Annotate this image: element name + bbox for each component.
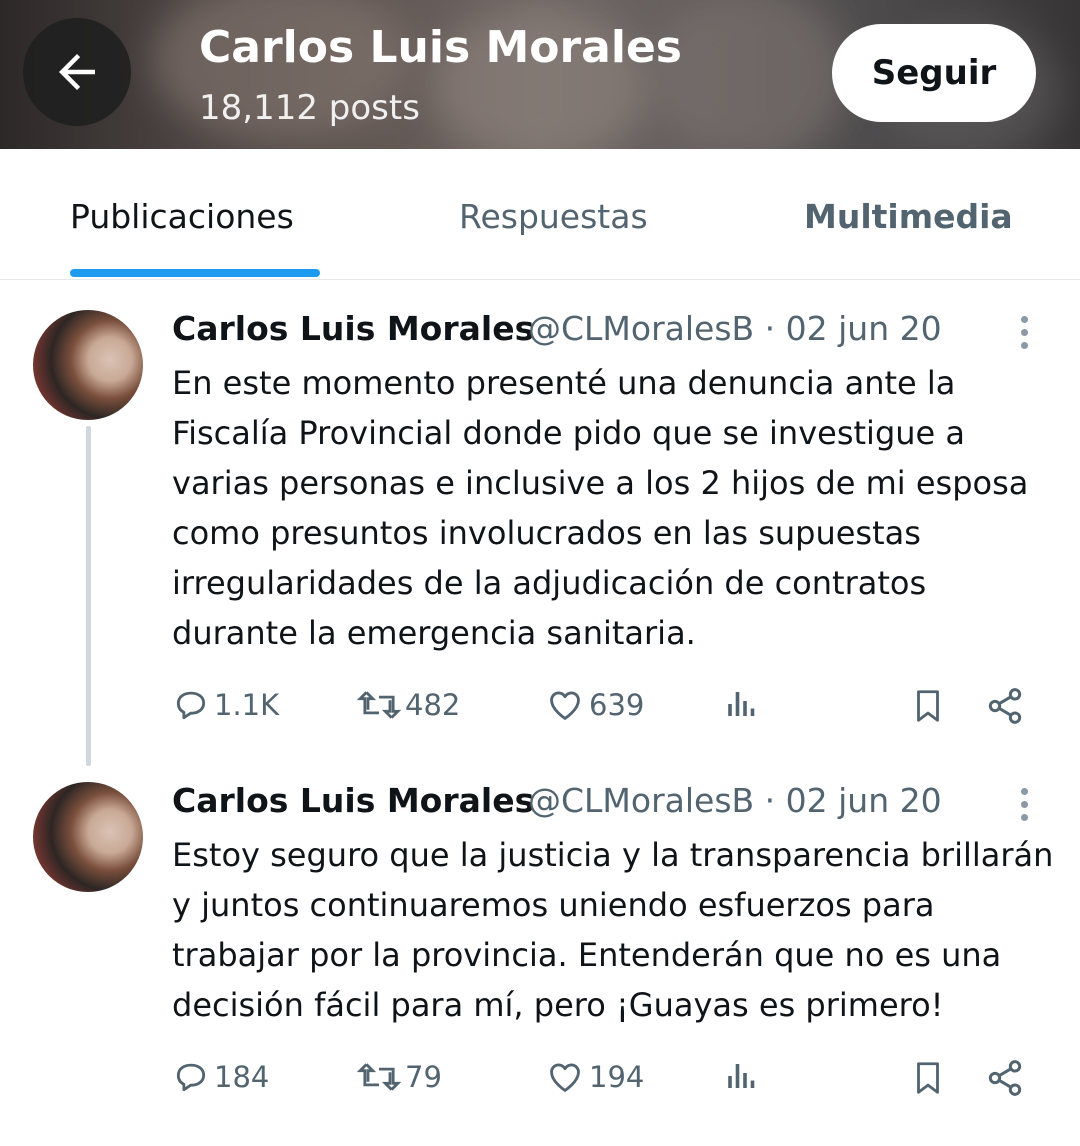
like-count: 639 (589, 688, 645, 722)
thread-line (86, 426, 91, 766)
tweet-author-name[interactable]: Carlos Luis Morales (172, 309, 534, 348)
reply-button[interactable]: 1.1K (172, 686, 279, 724)
share-icon (988, 688, 1022, 724)
reply-button[interactable]: 184 (172, 1058, 269, 1096)
tab-multimedia[interactable]: Multimedia (804, 197, 1013, 236)
retweet-count: 79 (405, 1060, 442, 1094)
retweet-button[interactable]: 482 (357, 686, 460, 724)
follow-button[interactable]: Seguir (832, 24, 1036, 122)
tab-publicaciones[interactable]: Publicaciones (70, 197, 294, 236)
profile-tabs: Publicaciones Respuestas Multimedia (0, 149, 1080, 280)
heart-icon (550, 1063, 580, 1092)
avatar[interactable] (33, 782, 143, 892)
reply-count: 1.1K (214, 688, 280, 722)
active-tab-indicator (70, 269, 320, 277)
retweet-icon (357, 1063, 401, 1091)
tab-respuestas[interactable]: Respuestas (459, 197, 648, 236)
tweet-handle-date: @CLMoralesB · 02 jun 20 (528, 781, 942, 820)
post-count: 18,112 posts (199, 88, 420, 128)
tweet-author-name[interactable]: Carlos Luis Morales (172, 781, 534, 820)
views-chart-icon (728, 692, 755, 716)
bookmark-button[interactable] (909, 1058, 947, 1098)
like-button[interactable]: 639 (545, 686, 644, 724)
like-button[interactable]: 194 (545, 1058, 644, 1096)
views-button[interactable] (724, 686, 760, 722)
tweet-text: En este momento presenté una denuncia an… (172, 364, 1029, 652)
reply-icon (176, 691, 206, 720)
heart-icon (550, 691, 580, 720)
avatar[interactable] (33, 310, 143, 420)
more-options-icon[interactable] (1014, 785, 1034, 825)
tweet-handle-date: @CLMoralesB · 02 jun 20 (528, 309, 942, 348)
retweet-count: 482 (405, 688, 461, 722)
bookmark-icon (917, 1062, 939, 1094)
back-button[interactable] (23, 18, 131, 126)
tweet[interactable]: Carlos Luis Morales @CLMoralesB · 02 jun… (0, 752, 1080, 1146)
retweet-icon (357, 691, 401, 719)
share-button[interactable] (985, 1058, 1025, 1098)
tweet[interactable]: Carlos Luis Morales @CLMoralesB · 02 jun… (0, 280, 1080, 770)
like-count: 194 (589, 1060, 645, 1094)
tweet-text: Estoy seguro que la justicia y la transp… (172, 836, 1054, 1024)
share-icon (988, 1060, 1022, 1096)
retweet-button[interactable]: 79 (357, 1058, 442, 1096)
bookmark-button[interactable] (909, 686, 947, 726)
share-button[interactable] (985, 686, 1025, 726)
bookmark-icon (917, 690, 939, 722)
views-chart-icon (728, 1064, 755, 1088)
views-button[interactable] (724, 1058, 760, 1094)
profile-header: Carlos Luis Morales 18,112 posts Seguir (0, 0, 1080, 149)
profile-name: Carlos Luis Morales (199, 22, 682, 73)
reply-count: 184 (214, 1060, 270, 1094)
more-options-icon[interactable] (1014, 313, 1034, 353)
arrow-left-icon (59, 54, 95, 90)
reply-icon (176, 1063, 206, 1092)
